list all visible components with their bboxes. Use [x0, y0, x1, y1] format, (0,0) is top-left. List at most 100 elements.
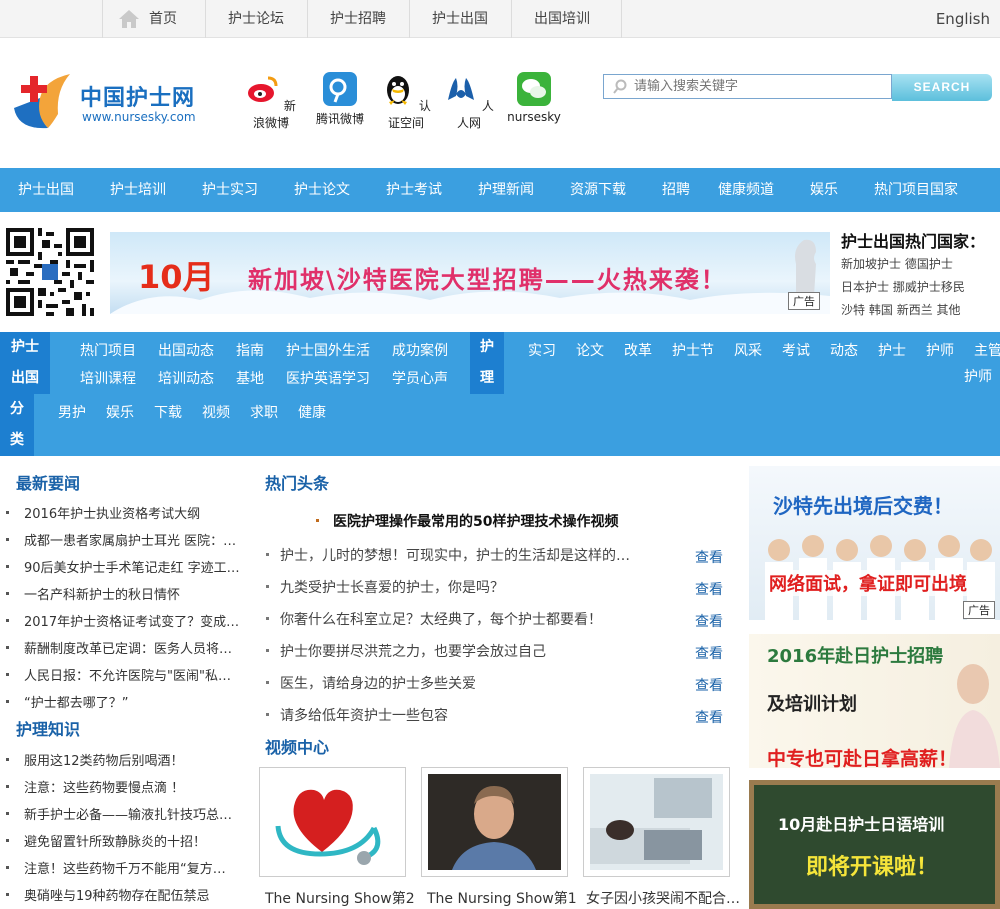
category-link[interactable]: 热门项目: [80, 340, 136, 360]
news-item[interactable]: 薪酬制度改革已定调：医务人员将…: [24, 638, 240, 657]
category-link[interactable]: 改革: [624, 340, 652, 360]
headline-item[interactable]: 九类受护士长喜爱的护士，你是吗？: [280, 577, 504, 597]
view-link[interactable]: 查看: [695, 579, 723, 599]
view-link[interactable]: 查看: [695, 643, 723, 663]
news-item[interactable]: 2016年护士执业资格考试大纲: [24, 503, 240, 522]
social-renren[interactable]: 人人网: [439, 72, 499, 131]
view-link[interactable]: 查看: [695, 547, 723, 567]
view-link[interactable]: 查看: [695, 707, 723, 727]
category-link[interactable]: 医护英语学习: [286, 368, 370, 388]
knowledge-item[interactable]: 避免留置针所致静脉炎的十招！: [24, 831, 240, 850]
news-item[interactable]: 一名产科新护士的秋日情怀: [24, 584, 240, 603]
main-nav-item[interactable]: 资源下载: [552, 168, 644, 212]
category-link[interactable]: 护师: [964, 366, 1000, 386]
view-link[interactable]: 查看: [695, 611, 723, 631]
category-link[interactable]: 指南: [236, 340, 264, 360]
featured-headline[interactable]: 医院护理操作最常用的50样护理技术操作视频: [333, 511, 618, 531]
category-link[interactable]: 男护: [58, 402, 86, 422]
ad-japanese-training[interactable]: 10月赴日护士日语培训 即将开课啦！: [749, 780, 1000, 909]
category-link[interactable]: 培训动态: [158, 368, 214, 388]
category-link[interactable]: 风采: [734, 340, 762, 360]
video-caption[interactable]: 女子因小孩哭闹不配合…: [586, 888, 740, 908]
category-link[interactable]: 考试: [782, 340, 810, 360]
headline-item[interactable]: 医生，请给身边的护士多些关爱: [280, 673, 476, 693]
top-nav-training[interactable]: 出国培训: [512, 0, 622, 38]
news-item[interactable]: “护士都去哪了？”: [24, 692, 240, 711]
hot-country-link[interactable]: 新西兰: [897, 303, 933, 317]
headline-item[interactable]: 护士，儿时的梦想！可现实中，护士的生活却是这样的…: [280, 545, 630, 565]
sina-weibo-icon: [248, 76, 278, 102]
category-link[interactable]: 护师: [926, 340, 954, 360]
category-link[interactable]: 娱乐: [106, 402, 134, 422]
hot-country-link[interactable]: 沙特: [841, 303, 865, 317]
news-item[interactable]: 90后美女护士手术笔记走红 字迹工…: [24, 557, 240, 576]
banner-ad[interactable]: 10月 新加坡\沙特医院大型招聘——火热来袭！ 广告: [110, 232, 830, 314]
knowledge-item[interactable]: 注意：这些药物要慢点滴 ！: [24, 777, 240, 796]
search-button[interactable]: SEARCH: [892, 74, 992, 101]
main-nav-item[interactable]: 护士实习: [184, 168, 276, 212]
ad-tag: 广告: [788, 292, 820, 310]
logo-title: 中国护士网: [80, 86, 196, 111]
main-nav-item[interactable]: 护士考试: [368, 168, 460, 212]
main-nav-item[interactable]: 健康频道: [700, 168, 792, 212]
category-link[interactable]: 健康: [298, 402, 326, 422]
hot-country-link[interactable]: 韩国: [869, 303, 893, 317]
category-link[interactable]: 实习: [528, 340, 556, 360]
video-caption[interactable]: The Nursing Show第1: [427, 888, 577, 908]
hot-country-link[interactable]: 德国护士: [905, 257, 953, 271]
top-nav-jobs[interactable]: 护士招聘: [308, 0, 410, 38]
category-link[interactable]: 成功案例: [392, 340, 448, 360]
main-nav-item[interactable]: 招聘: [644, 168, 700, 212]
category-link[interactable]: 护士国外生活: [286, 340, 370, 360]
category-link[interactable]: 求职: [250, 402, 278, 422]
english-link[interactable]: English: [936, 0, 990, 38]
social-wechat[interactable]: nursesky: [504, 72, 564, 124]
video-thumb-2[interactable]: [421, 767, 568, 877]
top-nav-forum[interactable]: 护士论坛: [206, 0, 308, 38]
knowledge-item[interactable]: 新手护士必备——输液扎针技巧总…: [24, 804, 240, 823]
category-link[interactable]: 论文: [576, 340, 604, 360]
social-sina-weibo[interactable]: 新浪微博: [241, 72, 301, 131]
headline-item[interactable]: 你奢什么在科室立足？太经典了，每个护士都要看！: [280, 609, 602, 629]
hot-country-link[interactable]: 其他: [937, 303, 961, 317]
video-caption[interactable]: The Nursing Show第2: [265, 888, 415, 908]
knowledge-item[interactable]: 服用这12类药物后别喝酒！: [24, 750, 240, 769]
headline-item[interactable]: 护士你要拼尽洪荒之力，也要学会放过自己: [280, 641, 546, 661]
top-nav-abroad[interactable]: 护士出国: [410, 0, 512, 38]
category-link[interactable]: 护士节: [672, 340, 714, 360]
category-link[interactable]: 培训课程: [80, 368, 136, 388]
main-nav-item[interactable]: 护士论文: [276, 168, 368, 212]
ad-saudi[interactable]: 沙特先出境后交费！ 网络面试，拿证即可出境 广告: [749, 466, 1000, 620]
main-nav-item[interactable]: 护士出国: [0, 168, 92, 212]
category-link[interactable]: 基地: [236, 368, 264, 388]
category-link[interactable]: 下载: [154, 402, 182, 422]
knowledge-item[interactable]: 注意！这些药物千万不能用“复方…: [24, 858, 240, 877]
news-item[interactable]: 2017年护士资格证考试变了？变成…: [24, 611, 240, 630]
news-item[interactable]: 成都一患者家属扇护士耳光 医院：…: [24, 530, 240, 549]
main-nav-item[interactable]: 热门项目国家: [856, 168, 986, 212]
view-link[interactable]: 查看: [695, 675, 723, 695]
top-nav-home[interactable]: 首页: [103, 0, 206, 38]
category-link[interactable]: 视频: [202, 402, 230, 422]
news-item[interactable]: 人民日报：不允许医院与"医闹"私…: [24, 665, 240, 684]
tencent-weibo-icon: [323, 72, 357, 106]
main-nav-item[interactable]: 护士培训: [92, 168, 184, 212]
category-link[interactable]: 护士: [878, 340, 906, 360]
main-nav-item[interactable]: 护理新闻: [460, 168, 552, 212]
main-nav-item[interactable]: 娱乐: [792, 168, 856, 212]
category-link[interactable]: 学员心声: [392, 368, 448, 388]
category-link[interactable]: 主管: [974, 340, 1000, 360]
video-thumb-3[interactable]: [583, 767, 730, 877]
social-tencent-weibo[interactable]: 腾讯微博: [310, 72, 370, 127]
hot-country-link[interactable]: 日本护士: [841, 280, 889, 294]
knowledge-item[interactable]: 奥硝唑与19种药物存在配伍禁忌: [24, 885, 240, 904]
ad-japan-recruit[interactable]: 2016年赴日护士招聘 及培训计划 中专也可赴日拿高薪！: [749, 634, 1000, 768]
video-thumb-1[interactable]: [259, 767, 406, 877]
hot-country-link[interactable]: 挪威护士移民: [893, 280, 965, 294]
category-link[interactable]: 动态: [830, 340, 858, 360]
headline-item[interactable]: 请多给低年资护士一些包容: [280, 705, 448, 725]
search-input[interactable]: [634, 75, 884, 98]
hot-country-link[interactable]: 新加坡护士: [841, 257, 901, 271]
social-qq[interactable]: 认证空间: [376, 72, 436, 131]
category-link[interactable]: 出国动态: [158, 340, 214, 360]
